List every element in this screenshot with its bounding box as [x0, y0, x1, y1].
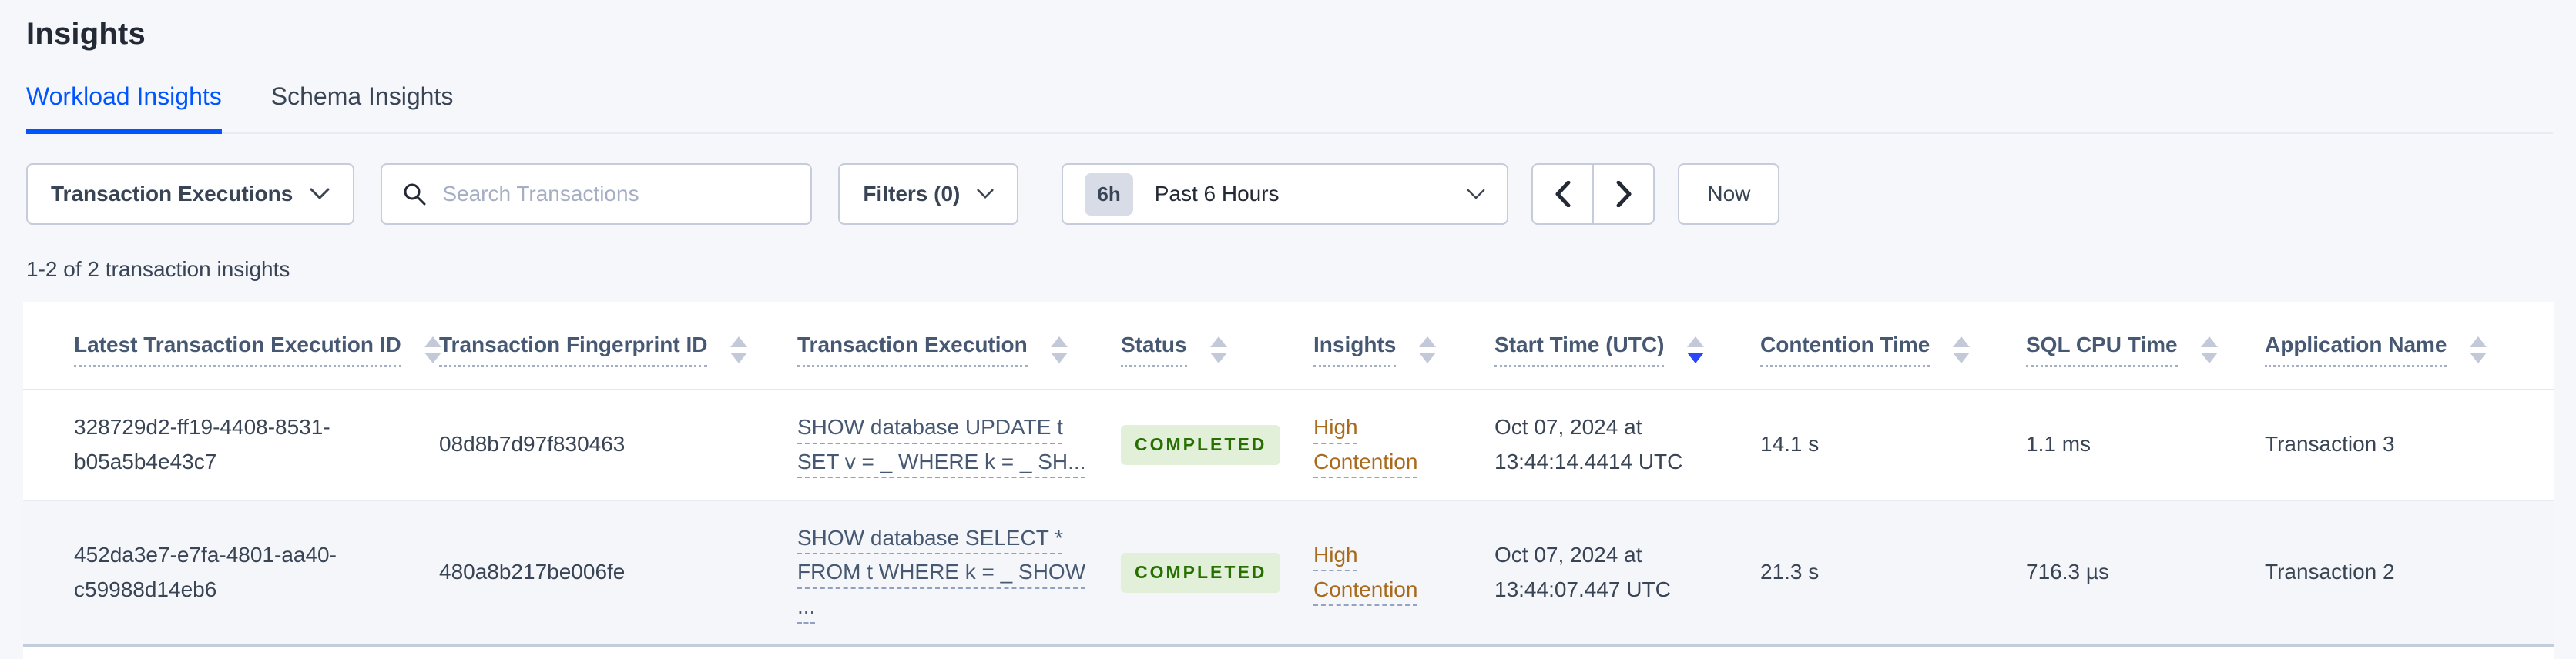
- insight-high-contention-link[interactable]: High Contention: [1313, 543, 1417, 601]
- time-nav-group: [1531, 163, 1655, 225]
- transaction-execution-link[interactable]: SHOW database SELECT * FROM t WHERE k = …: [797, 526, 1085, 619]
- cell-contention-time: 21.3 s: [1760, 500, 2026, 647]
- time-prev-button[interactable]: [1531, 163, 1594, 225]
- table-row: 452da3e7-e7fa-4801-aa40- c59988d14eb6 48…: [23, 500, 2554, 647]
- column-header-start-time[interactable]: Start Time (UTC): [1494, 302, 1760, 390]
- column-header-fingerprint-id[interactable]: Transaction Fingerprint ID: [439, 302, 797, 390]
- column-header-insights[interactable]: Insights: [1313, 302, 1494, 390]
- cell-fingerprint-id: 08d8b7d97f830463: [439, 390, 797, 501]
- column-header-contention-time[interactable]: Contention Time: [1760, 302, 2026, 390]
- sort-arrows-icon: [1419, 336, 1437, 363]
- results-summary: 1-2 of 2 transaction insights: [26, 257, 290, 281]
- insight-high-contention-link[interactable]: High Contention: [1313, 415, 1417, 473]
- search-icon: [402, 182, 427, 206]
- cell-application-name: Transaction 3: [2265, 390, 2554, 501]
- sort-arrows-icon: [2470, 336, 2487, 363]
- status-badge: COMPLETED: [1121, 425, 1281, 465]
- sort-arrows-icon: [1209, 336, 1227, 363]
- chevron-right-icon: [1616, 181, 1632, 207]
- time-range-label: Past 6 Hours: [1154, 182, 1280, 206]
- filters-dropdown[interactable]: Filters (0): [838, 163, 1019, 225]
- sort-arrows-icon: [730, 336, 748, 363]
- tab-schema-insights[interactable]: Schema Insights: [271, 82, 454, 132]
- column-header-sql-cpu-time[interactable]: SQL CPU Time: [2026, 302, 2265, 390]
- cell-execution-id: 452da3e7-e7fa-4801-aa40- c59988d14eb6: [23, 500, 439, 647]
- sort-arrows-icon: [1953, 336, 1971, 363]
- table-header-row: Latest Transaction Execution ID Transact…: [23, 302, 2554, 390]
- insight-type-dropdown[interactable]: Transaction Executions: [26, 163, 355, 225]
- cell-sql-cpu-time: 716.3 µs: [2026, 500, 2265, 647]
- sort-arrows-icon: [2200, 336, 2218, 363]
- column-header-latest-execution-id[interactable]: Latest Transaction Execution ID: [23, 302, 441, 390]
- cell-application-name: Transaction 2: [2265, 500, 2554, 647]
- chevron-down-icon: [310, 188, 330, 200]
- filters-dropdown-label: Filters (0): [863, 182, 961, 206]
- table-row: 328729d2-ff19-4408-8531- b05a5b4e43c7 08…: [23, 390, 2554, 501]
- cell-contention-time: 14.1 s: [1760, 390, 2026, 501]
- chevron-left-icon: [1555, 181, 1571, 207]
- search-input[interactable]: [442, 182, 791, 206]
- insights-page: Insights Workload Insights Schema Insigh…: [0, 0, 2576, 659]
- now-button[interactable]: Now: [1678, 163, 1780, 225]
- cell-fingerprint-id: 480a8b217be006fe: [439, 500, 797, 647]
- transaction-insights-table: Latest Transaction Execution ID Transact…: [23, 302, 2554, 647]
- time-range-picker[interactable]: 6h Past 6 Hours: [1062, 163, 1509, 225]
- page-title: Insights: [26, 17, 146, 51]
- search-box[interactable]: [381, 163, 813, 225]
- tab-workload-insights[interactable]: Workload Insights: [26, 82, 222, 134]
- sort-arrows-icon: [1050, 336, 1068, 363]
- cell-execution-id: 328729d2-ff19-4408-8531- b05a5b4e43c7: [23, 390, 439, 501]
- column-header-transaction-execution[interactable]: Transaction Execution: [797, 302, 1121, 390]
- insight-type-dropdown-label: Transaction Executions: [51, 182, 293, 206]
- toolbar: Transaction Executions Filters (0) 6h Pa…: [26, 163, 2553, 225]
- insights-table-card: Latest Transaction Execution ID Transact…: [23, 302, 2554, 659]
- status-badge: COMPLETED: [1121, 552, 1281, 593]
- time-next-button[interactable]: [1593, 163, 1655, 225]
- cell-start-time: Oct 07, 2024 at 13:44:07.447 UTC: [1494, 500, 1760, 647]
- column-header-status[interactable]: Status: [1121, 302, 1313, 390]
- cell-start-time: Oct 07, 2024 at 13:44:14.4414 UTC: [1494, 390, 1760, 501]
- tab-bar: Workload Insights Schema Insights: [26, 82, 2553, 134]
- sort-arrows-icon-active-desc: [1687, 336, 1705, 363]
- transaction-execution-link[interactable]: SHOW database UPDATE t SET v = _ WHERE k…: [797, 415, 1086, 473]
- column-header-application-name[interactable]: Application Name: [2265, 302, 2554, 390]
- chevron-down-icon: [977, 189, 994, 199]
- chevron-down-icon: [1467, 189, 1485, 200]
- cell-sql-cpu-time: 1.1 ms: [2026, 390, 2265, 501]
- time-range-shortcut-badge: 6h: [1085, 172, 1133, 216]
